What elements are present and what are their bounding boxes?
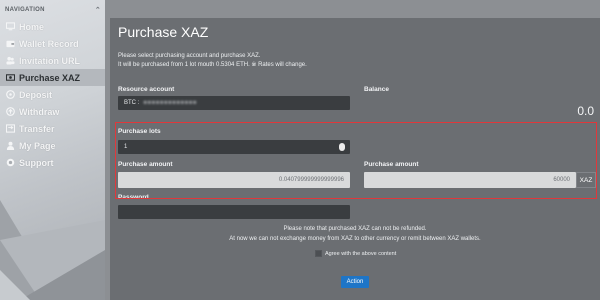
purchase-panel: Purchase XAZ Please select purchasing ac… — [110, 18, 600, 300]
sidebar-item-label: My Page — [19, 140, 56, 151]
purchase-amount-label-xaz: Purchase amount — [364, 161, 419, 168]
purchase-lots-label: Purchase lots — [118, 128, 161, 135]
sidebar-item-label: Invitation URL — [19, 55, 80, 66]
sidebar-item-label: Home — [19, 21, 45, 32]
nav-header: NAVIGATION ⌃ — [5, 5, 101, 15]
transfer-icon — [5, 124, 16, 134]
sidebar-item-label: Support — [19, 157, 54, 168]
description: Please select purchasing account and pur… — [118, 52, 307, 70]
sidebar-item-my-page[interactable]: My Page — [0, 137, 105, 154]
deposit-icon — [5, 90, 16, 100]
balance-value: 0.0 — [577, 104, 594, 118]
purchase-amount-xaz-field: 60000 — [364, 172, 576, 188]
agree-checkbox-row[interactable]: Agree with the above content — [315, 250, 396, 257]
sidebar-item-deposit[interactable]: Deposit — [0, 86, 105, 103]
page-title: Purchase XAZ — [118, 24, 209, 40]
sidebar-item-label: Wallet Record — [19, 38, 79, 49]
purchase-amount-eth-field: 0.040799999999999996 — [118, 172, 350, 188]
user-icon — [5, 141, 16, 151]
resource-account-label: Resource account — [118, 86, 175, 93]
chevron-up-icon[interactable]: ⌃ — [95, 6, 101, 14]
purchase-lots-input[interactable]: 1 — [118, 140, 350, 154]
nav-list: Home Wallet Record Invitation URL Purcha… — [0, 18, 105, 171]
purchase-amount-xaz-value: 60000 — [553, 177, 570, 183]
xaz-unit-addon: XAZ — [576, 172, 596, 188]
sidebar: NAVIGATION ⌃ Home Wallet Record Invitati… — [0, 0, 105, 300]
sidebar-background-art — [0, 200, 105, 300]
sidebar-item-label: Transfer — [19, 123, 55, 134]
withdraw-icon — [5, 107, 16, 117]
description-line-2: It will be purchased from 1 lot mouth 0.… — [118, 62, 307, 68]
agree-checkbox[interactable] — [315, 250, 322, 257]
purchase-lots-value: 1 — [124, 144, 128, 150]
sidebar-item-withdraw[interactable]: Withdraw — [0, 103, 105, 120]
sidebar-item-home[interactable]: Home — [0, 18, 105, 35]
sidebar-item-invitation-url[interactable]: Invitation URL — [0, 52, 105, 69]
sidebar-item-label: Withdraw — [19, 106, 60, 117]
nav-header-label: NAVIGATION — [5, 7, 45, 13]
agree-label: Agree with the above content — [325, 250, 397, 257]
sidebar-item-wallet-record[interactable]: Wallet Record — [0, 35, 105, 52]
sidebar-item-label: Deposit — [19, 89, 53, 100]
sidebar-item-support[interactable]: Support — [0, 154, 105, 171]
action-button[interactable]: Action — [341, 276, 369, 288]
purchase-amount-label-eth: Purchase amount — [118, 161, 173, 168]
balance-label: Balance — [364, 86, 389, 93]
password-label: Password — [118, 194, 149, 201]
resource-account-prefix: BTC : — [124, 100, 140, 106]
wallet-icon — [5, 39, 16, 49]
monitor-icon — [5, 22, 16, 32]
description-line-1: Please select purchasing account and pur… — [118, 53, 261, 59]
notice-line-1: Please note that purchased XAZ can not b… — [283, 226, 427, 232]
resource-account-select[interactable]: BTC : ●●●●●●●●●●●●● — [118, 96, 350, 110]
redacted-account-id: ●●●●●●●●●●●●● — [143, 100, 197, 106]
purchase-amount-eth-value: 0.040799999999999996 — [278, 177, 344, 183]
support-icon — [5, 158, 16, 168]
notice-line-2: At now we can not exchange money from XA… — [229, 236, 481, 242]
stepper-icon[interactable] — [339, 143, 345, 151]
sidebar-item-transfer[interactable]: Transfer — [0, 120, 105, 137]
password-input[interactable] — [118, 205, 350, 219]
sidebar-item-label: Purchase XAZ — [19, 72, 81, 83]
sidebar-item-purchase-xaz[interactable]: Purchase XAZ — [0, 69, 105, 86]
users-icon — [5, 56, 16, 66]
cash-icon — [5, 73, 16, 83]
